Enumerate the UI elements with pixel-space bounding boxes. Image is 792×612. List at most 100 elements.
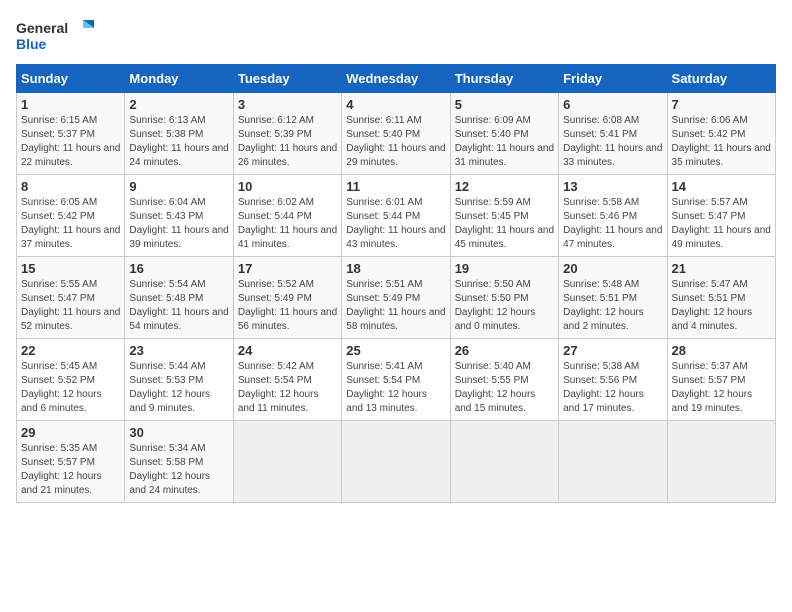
day-number: 8 bbox=[21, 179, 120, 194]
calendar-cell: 2 Sunrise: 6:13 AMSunset: 5:38 PMDayligh… bbox=[125, 93, 233, 175]
day-number: 29 bbox=[21, 425, 120, 440]
day-info: Sunrise: 5:34 AMSunset: 5:58 PMDaylight:… bbox=[129, 442, 228, 498]
logo-svg: General Blue bbox=[16, 16, 96, 56]
day-info: Sunrise: 6:09 AMSunset: 5:40 PMDaylight:… bbox=[455, 114, 554, 170]
calendar-week-row: 22 Sunrise: 5:45 AMSunset: 5:52 PMDaylig… bbox=[17, 339, 776, 421]
calendar-table: SundayMondayTuesdayWednesdayThursdayFrid… bbox=[16, 64, 776, 503]
calendar-cell: 17 Sunrise: 5:52 AMSunset: 5:49 PMDaylig… bbox=[233, 257, 341, 339]
calendar-cell: 24 Sunrise: 5:42 AMSunset: 5:54 PMDaylig… bbox=[233, 339, 341, 421]
day-number: 23 bbox=[129, 343, 228, 358]
calendar-week-row: 15 Sunrise: 5:55 AMSunset: 5:47 PMDaylig… bbox=[17, 257, 776, 339]
day-info: Sunrise: 6:05 AMSunset: 5:42 PMDaylight:… bbox=[21, 196, 120, 252]
header-day-monday: Monday bbox=[125, 65, 233, 93]
header-day-friday: Friday bbox=[559, 65, 667, 93]
day-info: Sunrise: 5:38 AMSunset: 5:56 PMDaylight:… bbox=[563, 360, 662, 416]
day-number: 7 bbox=[672, 97, 771, 112]
day-info: Sunrise: 5:57 AMSunset: 5:47 PMDaylight:… bbox=[672, 196, 771, 252]
day-info: Sunrise: 5:55 AMSunset: 5:47 PMDaylight:… bbox=[21, 278, 120, 334]
svg-text:Blue: Blue bbox=[16, 36, 47, 52]
calendar-week-row: 8 Sunrise: 6:05 AMSunset: 5:42 PMDayligh… bbox=[17, 175, 776, 257]
header-day-wednesday: Wednesday bbox=[342, 65, 450, 93]
day-info: Sunrise: 5:58 AMSunset: 5:46 PMDaylight:… bbox=[563, 196, 662, 252]
calendar-cell: 27 Sunrise: 5:38 AMSunset: 5:56 PMDaylig… bbox=[559, 339, 667, 421]
calendar-cell: 15 Sunrise: 5:55 AMSunset: 5:47 PMDaylig… bbox=[17, 257, 125, 339]
day-number: 30 bbox=[129, 425, 228, 440]
day-number: 22 bbox=[21, 343, 120, 358]
day-info: Sunrise: 6:02 AMSunset: 5:44 PMDaylight:… bbox=[238, 196, 337, 252]
day-number: 27 bbox=[563, 343, 662, 358]
day-number: 15 bbox=[21, 261, 120, 276]
calendar-week-row: 29 Sunrise: 5:35 AMSunset: 5:57 PMDaylig… bbox=[17, 421, 776, 503]
day-info: Sunrise: 5:52 AMSunset: 5:49 PMDaylight:… bbox=[238, 278, 337, 334]
calendar-cell: 6 Sunrise: 6:08 AMSunset: 5:41 PMDayligh… bbox=[559, 93, 667, 175]
day-number: 16 bbox=[129, 261, 228, 276]
calendar-cell bbox=[559, 421, 667, 503]
header-day-thursday: Thursday bbox=[450, 65, 558, 93]
day-number: 20 bbox=[563, 261, 662, 276]
calendar-cell: 18 Sunrise: 5:51 AMSunset: 5:49 PMDaylig… bbox=[342, 257, 450, 339]
calendar-cell bbox=[342, 421, 450, 503]
calendar-cell: 30 Sunrise: 5:34 AMSunset: 5:58 PMDaylig… bbox=[125, 421, 233, 503]
header-day-sunday: Sunday bbox=[17, 65, 125, 93]
calendar-cell: 25 Sunrise: 5:41 AMSunset: 5:54 PMDaylig… bbox=[342, 339, 450, 421]
day-number: 13 bbox=[563, 179, 662, 194]
day-info: Sunrise: 6:08 AMSunset: 5:41 PMDaylight:… bbox=[563, 114, 662, 170]
day-info: Sunrise: 5:51 AMSunset: 5:49 PMDaylight:… bbox=[346, 278, 445, 334]
day-number: 25 bbox=[346, 343, 445, 358]
header-day-tuesday: Tuesday bbox=[233, 65, 341, 93]
calendar-cell: 14 Sunrise: 5:57 AMSunset: 5:47 PMDaylig… bbox=[667, 175, 775, 257]
day-info: Sunrise: 5:59 AMSunset: 5:45 PMDaylight:… bbox=[455, 196, 554, 252]
page-header: General Blue bbox=[16, 16, 776, 56]
day-number: 17 bbox=[238, 261, 337, 276]
calendar-cell: 11 Sunrise: 6:01 AMSunset: 5:44 PMDaylig… bbox=[342, 175, 450, 257]
day-info: Sunrise: 6:13 AMSunset: 5:38 PMDaylight:… bbox=[129, 114, 228, 170]
calendar-cell: 16 Sunrise: 5:54 AMSunset: 5:48 PMDaylig… bbox=[125, 257, 233, 339]
calendar-cell: 9 Sunrise: 6:04 AMSunset: 5:43 PMDayligh… bbox=[125, 175, 233, 257]
day-number: 9 bbox=[129, 179, 228, 194]
day-info: Sunrise: 5:37 AMSunset: 5:57 PMDaylight:… bbox=[672, 360, 771, 416]
calendar-cell: 22 Sunrise: 5:45 AMSunset: 5:52 PMDaylig… bbox=[17, 339, 125, 421]
calendar-cell: 10 Sunrise: 6:02 AMSunset: 5:44 PMDaylig… bbox=[233, 175, 341, 257]
calendar-cell: 5 Sunrise: 6:09 AMSunset: 5:40 PMDayligh… bbox=[450, 93, 558, 175]
day-info: Sunrise: 5:35 AMSunset: 5:57 PMDaylight:… bbox=[21, 442, 120, 498]
calendar-week-row: 1 Sunrise: 6:15 AMSunset: 5:37 PMDayligh… bbox=[17, 93, 776, 175]
day-number: 21 bbox=[672, 261, 771, 276]
calendar-cell bbox=[667, 421, 775, 503]
calendar-cell: 12 Sunrise: 5:59 AMSunset: 5:45 PMDaylig… bbox=[450, 175, 558, 257]
day-info: Sunrise: 5:40 AMSunset: 5:55 PMDaylight:… bbox=[455, 360, 554, 416]
day-info: Sunrise: 5:42 AMSunset: 5:54 PMDaylight:… bbox=[238, 360, 337, 416]
calendar-cell: 8 Sunrise: 6:05 AMSunset: 5:42 PMDayligh… bbox=[17, 175, 125, 257]
calendar-cell: 13 Sunrise: 5:58 AMSunset: 5:46 PMDaylig… bbox=[559, 175, 667, 257]
day-info: Sunrise: 6:04 AMSunset: 5:43 PMDaylight:… bbox=[129, 196, 228, 252]
day-number: 3 bbox=[238, 97, 337, 112]
calendar-cell: 4 Sunrise: 6:11 AMSunset: 5:40 PMDayligh… bbox=[342, 93, 450, 175]
day-number: 14 bbox=[672, 179, 771, 194]
calendar-cell: 26 Sunrise: 5:40 AMSunset: 5:55 PMDaylig… bbox=[450, 339, 558, 421]
day-number: 4 bbox=[346, 97, 445, 112]
calendar-cell: 23 Sunrise: 5:44 AMSunset: 5:53 PMDaylig… bbox=[125, 339, 233, 421]
day-info: Sunrise: 6:15 AMSunset: 5:37 PMDaylight:… bbox=[21, 114, 120, 170]
calendar-cell: 28 Sunrise: 5:37 AMSunset: 5:57 PMDaylig… bbox=[667, 339, 775, 421]
calendar-cell bbox=[450, 421, 558, 503]
day-info: Sunrise: 5:47 AMSunset: 5:51 PMDaylight:… bbox=[672, 278, 771, 334]
calendar-cell bbox=[233, 421, 341, 503]
day-info: Sunrise: 5:54 AMSunset: 5:48 PMDaylight:… bbox=[129, 278, 228, 334]
day-info: Sunrise: 5:50 AMSunset: 5:50 PMDaylight:… bbox=[455, 278, 554, 334]
day-number: 19 bbox=[455, 261, 554, 276]
day-number: 12 bbox=[455, 179, 554, 194]
day-info: Sunrise: 5:45 AMSunset: 5:52 PMDaylight:… bbox=[21, 360, 120, 416]
day-number: 28 bbox=[672, 343, 771, 358]
calendar-cell: 19 Sunrise: 5:50 AMSunset: 5:50 PMDaylig… bbox=[450, 257, 558, 339]
day-number: 10 bbox=[238, 179, 337, 194]
day-number: 18 bbox=[346, 261, 445, 276]
day-number: 24 bbox=[238, 343, 337, 358]
day-info: Sunrise: 5:48 AMSunset: 5:51 PMDaylight:… bbox=[563, 278, 662, 334]
logo: General Blue bbox=[16, 16, 96, 56]
calendar-header-row: SundayMondayTuesdayWednesdayThursdayFrid… bbox=[17, 65, 776, 93]
calendar-cell: 21 Sunrise: 5:47 AMSunset: 5:51 PMDaylig… bbox=[667, 257, 775, 339]
day-number: 5 bbox=[455, 97, 554, 112]
day-info: Sunrise: 6:12 AMSunset: 5:39 PMDaylight:… bbox=[238, 114, 337, 170]
calendar-cell: 20 Sunrise: 5:48 AMSunset: 5:51 PMDaylig… bbox=[559, 257, 667, 339]
day-info: Sunrise: 5:41 AMSunset: 5:54 PMDaylight:… bbox=[346, 360, 445, 416]
day-info: Sunrise: 6:11 AMSunset: 5:40 PMDaylight:… bbox=[346, 114, 445, 170]
